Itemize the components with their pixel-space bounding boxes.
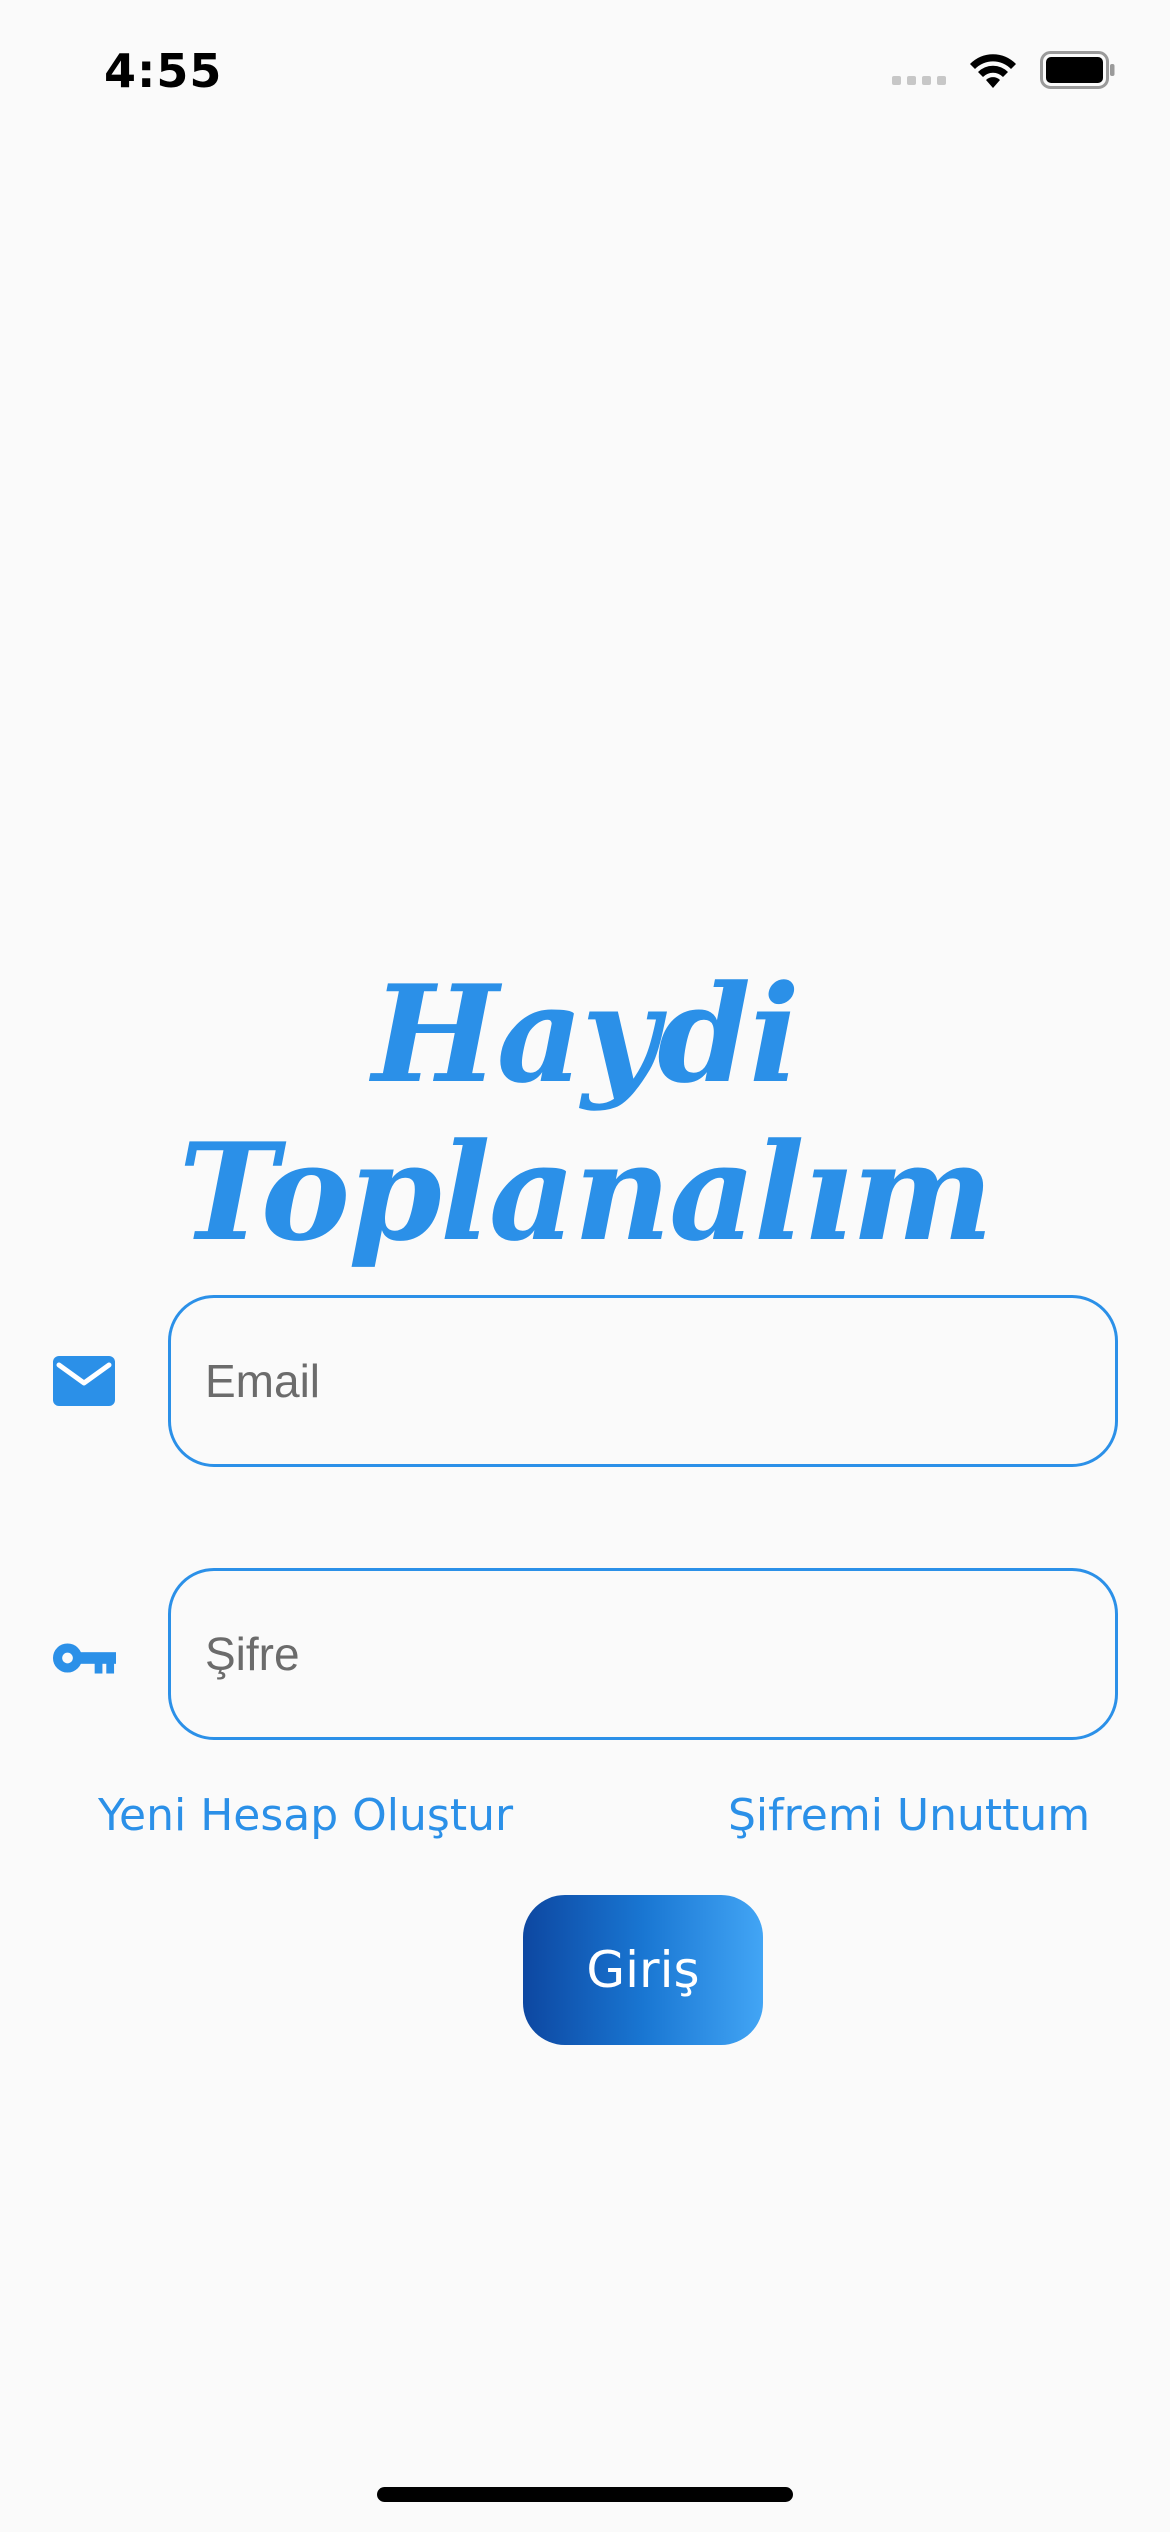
status-bar: 4:55 (0, 0, 1170, 150)
cellular-signal-icon (892, 75, 946, 85)
forgot-password-link[interactable]: Şifremi Unuttum (728, 1790, 1090, 1841)
password-row (0, 1568, 1170, 1744)
mail-icon (52, 1349, 116, 1413)
wifi-icon (970, 54, 1016, 88)
app-title: Haydi Toplanalım (178, 955, 994, 1271)
password-input[interactable] (168, 1568, 1118, 1740)
status-icons (892, 50, 1116, 90)
login-button[interactable]: Giriş (523, 1895, 763, 2045)
key-icon (52, 1626, 116, 1690)
create-account-link[interactable]: Yeni Hesap Oluştur (98, 1790, 513, 1841)
battery-icon (1040, 51, 1115, 89)
email-row (0, 1295, 1170, 1471)
email-input[interactable] (168, 1295, 1118, 1467)
home-indicator[interactable] (377, 2487, 793, 2502)
status-time: 4:55 (104, 44, 223, 98)
